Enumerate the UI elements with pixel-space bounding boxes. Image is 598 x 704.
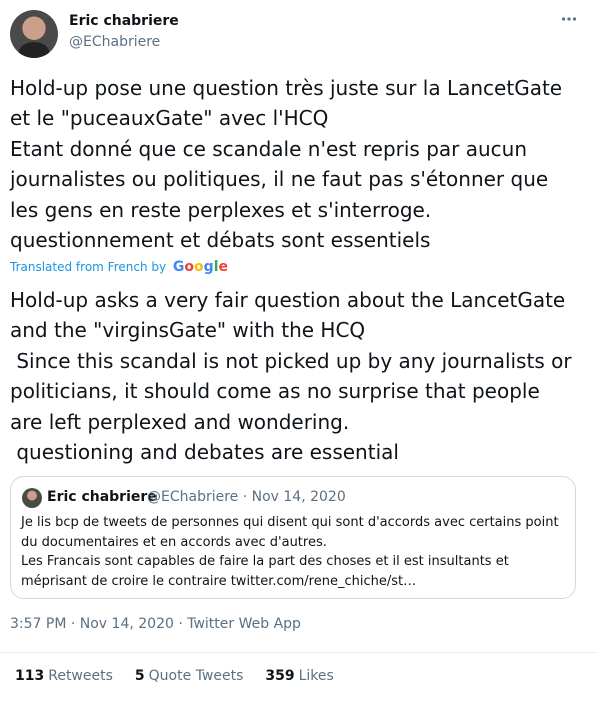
- tweet-source[interactable]: Twitter Web App: [187, 616, 301, 632]
- quoted-tweet[interactable]: Eric chabriere @EChabriere · Nov 14, 202…: [10, 476, 576, 599]
- tweet-timestamp[interactable]: 3:57 PM · Nov 14, 2020 ·: [10, 616, 187, 632]
- quoted-tweet-text: Je lis bcp de tweets de personnes qui di…: [21, 515, 559, 589]
- quote-tweets-stat[interactable]: 5 Quote Tweets: [135, 668, 243, 684]
- google-logo: Google: [172, 259, 229, 275]
- retweets-count: 113: [15, 668, 45, 684]
- author-handle[interactable]: @EChabriere: [69, 34, 160, 50]
- tweet-meta: 3:57 PM · Nov 14, 2020 · Twitter Web App: [10, 616, 301, 632]
- retweets-stat[interactable]: 113 Retweets: [15, 668, 113, 684]
- likes-count: 359: [265, 668, 295, 684]
- quote-tweets-label: Quote Tweets: [148, 668, 244, 684]
- tweet-header: Eric chabriere @EChabriere: [0, 0, 598, 64]
- tweet-stats: 113 Retweets 5 Quote Tweets 359 Likes: [15, 668, 356, 684]
- author-name[interactable]: Eric chabriere: [69, 13, 179, 29]
- translated-text: Hold-up asks a very fair question about …: [10, 288, 572, 465]
- retweets-label: Retweets: [48, 668, 113, 684]
- quote-tweets-count: 5: [134, 668, 145, 684]
- translated-from-french-link[interactable]: Translated from French by Google: [10, 259, 228, 275]
- quoted-avatar: [22, 488, 42, 508]
- avatar[interactable]: [10, 10, 58, 58]
- tweet-text: Hold-up pose une question très juste sur…: [10, 76, 563, 253]
- translated-label: Translated from French by: [10, 260, 167, 274]
- likes-label: Likes: [298, 668, 334, 684]
- more-options-icon: [561, 17, 577, 21]
- quoted-author-name: Eric chabriere: [47, 489, 157, 505]
- quoted-author-meta: @EChabriere · Nov 14, 2020: [147, 489, 346, 505]
- divider: [0, 652, 598, 653]
- ellipsis-icon[interactable]: [558, 10, 580, 30]
- likes-stat[interactable]: 359 Likes: [265, 668, 333, 684]
